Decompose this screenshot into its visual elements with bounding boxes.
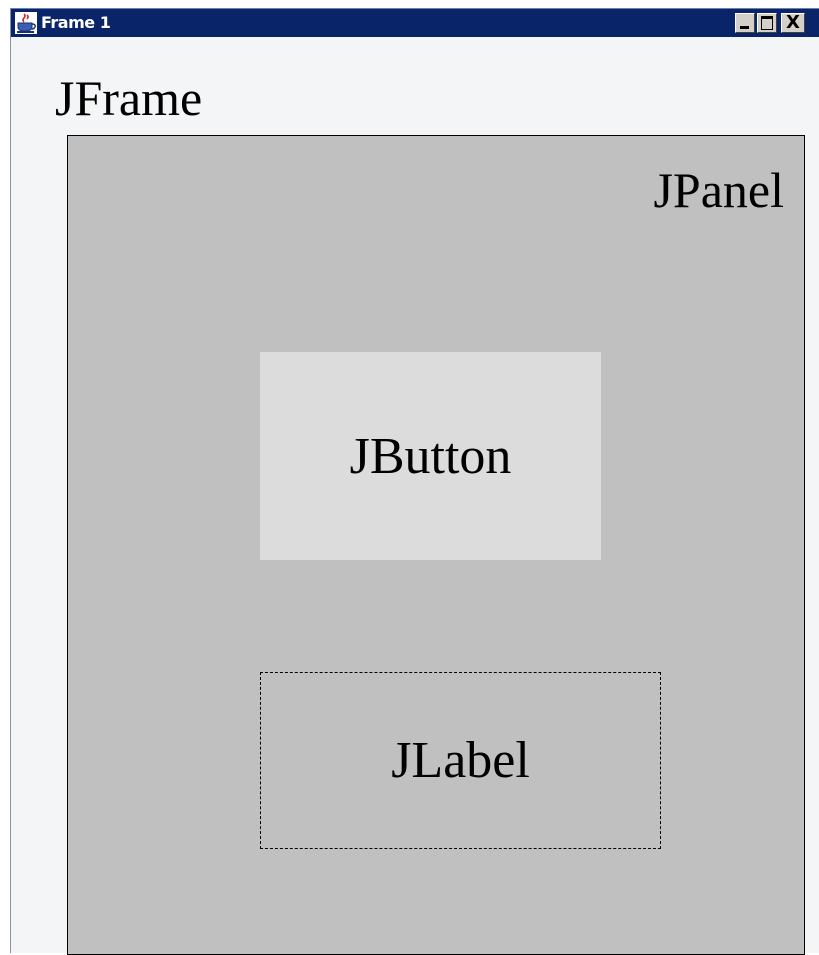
jframe-label: JFrame — [55, 70, 203, 126]
window-title: Frame 1 — [41, 13, 111, 32]
jlabel: JLabel — [260, 672, 661, 849]
jpanel: JPanel JButton JLabel — [67, 135, 805, 955]
jbutton[interactable]: JButton — [260, 352, 601, 560]
minimize-button[interactable] — [735, 13, 755, 33]
jframe-window: Frame 1 X JFrame JPanel JButton JLabel — [10, 8, 819, 955]
close-icon: X — [786, 12, 800, 33]
jpanel-label: JPanel — [653, 162, 784, 218]
java-cup-icon — [15, 12, 37, 34]
maximize-button[interactable] — [757, 13, 777, 33]
close-button[interactable]: X — [781, 12, 805, 33]
title-bar[interactable]: Frame 1 X — [11, 8, 819, 37]
